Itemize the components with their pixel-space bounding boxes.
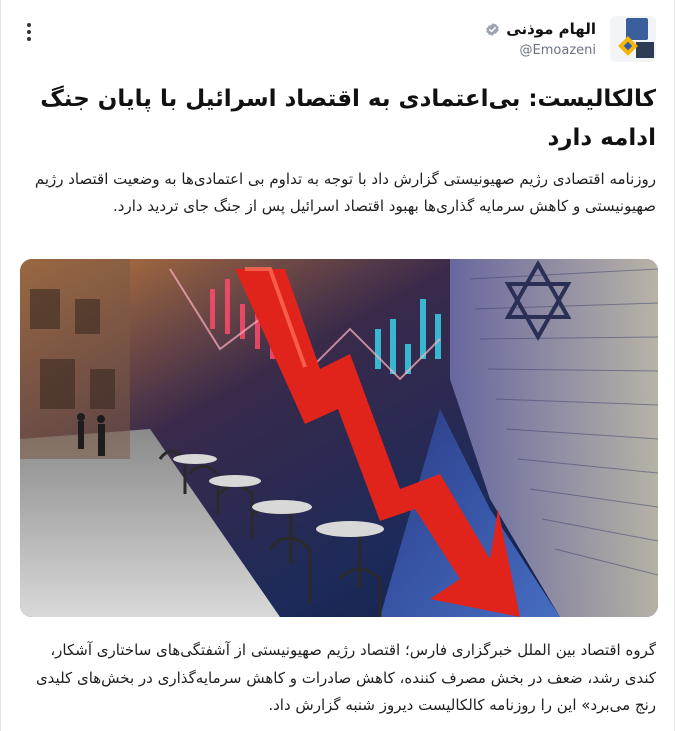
post-title: کالکالیست: بی‌اعتمادی به اقتصاد اسرائیل … bbox=[40, 86, 656, 151]
post-header: الهام موذنی @Emoazeni bbox=[19, 14, 656, 66]
more-vertical-icon[interactable] bbox=[21, 20, 37, 44]
author-name[interactable]: الهام موذنی bbox=[506, 20, 596, 38]
avatar[interactable] bbox=[610, 16, 656, 62]
author-info[interactable]: الهام موذنی @Emoazeni bbox=[485, 20, 596, 58]
author-handle[interactable]: @Emoazeni bbox=[485, 43, 596, 58]
post-card: الهام موذنی @Emoazeni کالکالیست: بی‌اعتم… bbox=[0, 0, 675, 731]
stock-market-crash-photo[interactable] bbox=[20, 259, 658, 617]
post-body: گروه اقتصاد بین الملل خبرگزاری فارس؛ اقت… bbox=[35, 641, 656, 714]
author-name-row: الهام موذنی bbox=[485, 20, 596, 38]
verified-badge-icon bbox=[486, 22, 500, 36]
post-lead: روزنامه اقتصادی رژیم صهیونیستی گزارش داد… bbox=[34, 170, 656, 215]
